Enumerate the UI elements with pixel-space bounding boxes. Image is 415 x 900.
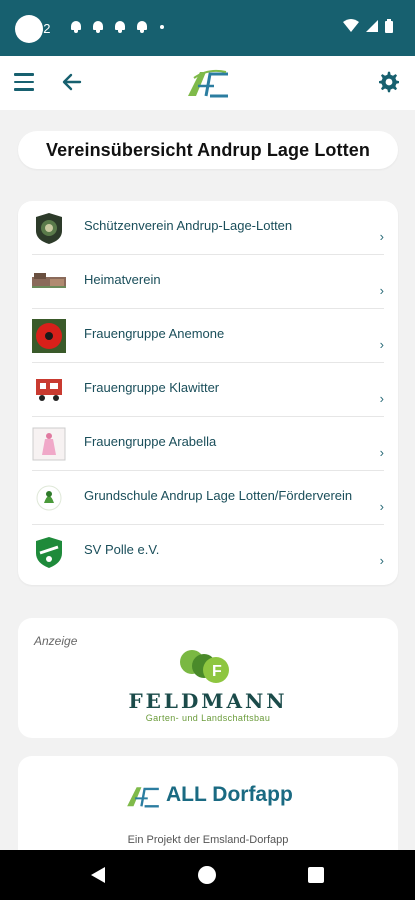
bell-icon <box>136 20 148 33</box>
arabella-logo <box>32 427 66 461</box>
list-item-label: SV Polle e.V. <box>84 542 160 557</box>
ad-label: Anzeige <box>34 634 78 648</box>
status-bar: 42 <box>0 0 415 56</box>
system-navigation-bar <box>0 850 415 900</box>
list-item-label: Heimatverein <box>84 272 161 287</box>
app-header <box>0 56 415 110</box>
all-logo <box>127 787 159 808</box>
notification-icons <box>70 20 164 33</box>
list-item-label: Frauengruppe Arabella <box>84 434 217 449</box>
heritage-club-photo <box>32 273 66 288</box>
school-logo <box>36 485 62 511</box>
list-item[interactable]: Grundschule Andrup Lage Lotten/Förderver… <box>18 471 398 525</box>
list-item[interactable]: Heimatverein › <box>18 255 398 309</box>
list-item-label: Schützenverein Andrup-Lage-Lotten <box>84 218 293 233</box>
chevron-right-icon: › <box>379 283 384 298</box>
battery-icon <box>385 19 393 33</box>
page-title: Vereinsübersicht Andrup Lage Lotten <box>46 139 370 160</box>
chevron-right-icon: › <box>379 499 384 514</box>
shooting-club-logo <box>36 213 62 244</box>
advertisement-card[interactable]: Anzeige F FELDMANN Garten- und Landschaf… <box>18 618 398 738</box>
chevron-right-icon: › <box>379 337 384 352</box>
bell-icon <box>114 20 126 33</box>
list-item[interactable]: Frauengruppe Anemone › <box>18 309 398 363</box>
app-brand-name: ALL Dorfapp <box>166 783 293 806</box>
klawitter-logo <box>32 375 66 405</box>
gear-icon[interactable] <box>377 70 401 94</box>
list-item-label: Frauengruppe Klawitter <box>84 380 220 395</box>
nav-back-icon[interactable] <box>90 866 106 884</box>
svg-text:F: F <box>212 663 222 680</box>
all-logo[interactable] <box>184 66 232 100</box>
anemone-flower-photo <box>32 319 66 353</box>
back-arrow-icon[interactable] <box>60 70 84 94</box>
list-item[interactable]: Schützenverein Andrup-Lage-Lotten › <box>18 201 398 255</box>
sv-polle-logo <box>36 537 62 568</box>
signal-icon <box>366 20 378 32</box>
list-item-label: Grundschule Andrup Lage Lotten/Förderver… <box>84 488 353 503</box>
nav-home-icon[interactable] <box>198 866 216 884</box>
ad-company-name: FELDMANN <box>128 689 288 713</box>
page-title-card: Vereinsübersicht Andrup Lage Lotten <box>18 131 398 169</box>
chevron-right-icon: › <box>379 553 384 568</box>
status-time: 42 <box>36 21 51 36</box>
list-item[interactable]: Frauengruppe Klawitter › <box>18 363 398 417</box>
feldmann-logo-icon: F <box>180 650 229 683</box>
chevron-right-icon: › <box>379 445 384 460</box>
chevron-right-icon: › <box>379 391 384 406</box>
bell-icon <box>92 20 104 33</box>
list-item[interactable]: SV Polle e.V. › <box>18 525 398 579</box>
chevron-right-icon: › <box>379 229 384 244</box>
app-brand-subtitle: Ein Projekt der Emsland-Dorfapp <box>127 834 289 846</box>
list-item-label: Frauengruppe Anemone <box>84 326 225 341</box>
wifi-icon <box>343 19 359 32</box>
system-icons <box>343 19 393 33</box>
nav-recent-apps-icon[interactable] <box>308 867 324 883</box>
bell-icon <box>70 20 82 33</box>
list-item[interactable]: Frauengruppe Arabella › <box>18 417 398 471</box>
club-list: Schützenverein Andrup-Lage-Lotten › Heim… <box>18 201 398 585</box>
more-notifications-dot <box>160 24 164 29</box>
menu-icon[interactable] <box>14 73 34 91</box>
ad-tagline: Garten- und Landschaftsbau <box>145 713 271 723</box>
